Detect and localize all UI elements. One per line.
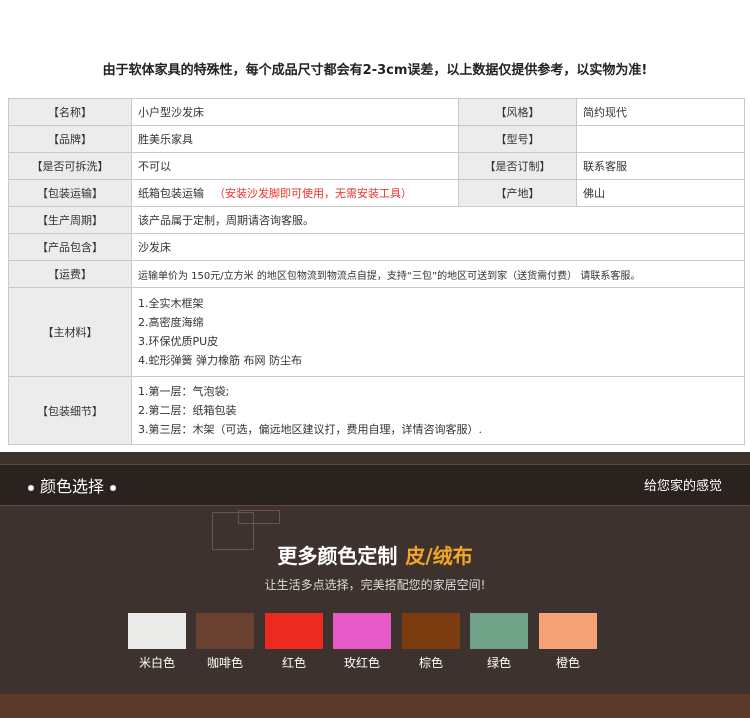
section-title-text: 颜色选择 [40, 477, 105, 496]
swatch-item[interactable]: 咖啡色 [196, 613, 254, 671]
headline: 更多颜色定制 皮/绒布 [0, 540, 750, 569]
swatch-label: 米白色 [138, 656, 175, 670]
table-row: 【主材料】 1.全实木框架 2.高密度海绵 3.环保优质PU皮 4.蛇形弹簧 弹… [8, 287, 745, 377]
spec-key: 【品牌】 [8, 125, 132, 153]
list-item: 1.全实木框架 [138, 297, 204, 310]
spec-value: 小户型沙发床 [131, 98, 459, 126]
table-row: 【包装运输】 纸箱包装运输 （安装沙发脚即可使用，无需安装工具） 【产地】 佛山 [8, 179, 745, 207]
swatch-item[interactable]: 玫红色 [333, 613, 391, 671]
color-swatch[interactable] [470, 613, 528, 649]
swatch-label: 咖啡色 [206, 656, 243, 670]
spec-key: 【产地】 [458, 179, 577, 207]
color-swatch[interactable] [333, 613, 391, 649]
bullet-icon [110, 484, 117, 491]
table-row: 【包装细节】 1.第一层：气泡袋; 2.第二层：纸箱包装 3.第三层：木架（可选… [8, 376, 745, 445]
headline-text: 更多颜色定制 [277, 544, 398, 568]
spec-value: 该产品属于定制，周期请咨询客服。 [131, 206, 745, 234]
swatch-item[interactable]: 绿色 [470, 613, 528, 671]
pack-details-list: 1.第一层：气泡袋; 2.第二层：纸箱包装 3.第三层：木架（可选，偏远地区建议… [131, 376, 745, 445]
list-item: 1.第一层：气泡袋; [138, 385, 230, 398]
spec-key: 【是否订制】 [458, 152, 577, 180]
section-tagline: 给您家的感觉 [643, 479, 722, 494]
materials-list: 1.全实木框架 2.高密度海绵 3.环保优质PU皮 4.蛇形弹簧 弹力橡筋 布网… [131, 287, 745, 377]
spec-value [576, 125, 745, 153]
spec-key: 【主材料】 [8, 287, 132, 377]
spec-value: 胜美乐家具 [131, 125, 459, 153]
spec-value: 纸箱包装运输 （安装沙发脚即可使用，无需安装工具） [131, 179, 459, 207]
spec-value: 不可以 [131, 152, 459, 180]
swatch-label: 棕色 [418, 656, 443, 670]
swatch-item[interactable]: 红色 [265, 613, 323, 671]
table-row: 【产品包含】 沙发床 [8, 233, 745, 261]
spec-value: 沙发床 [131, 233, 745, 261]
decorative-bottom-bar [0, 694, 750, 718]
list-item: 2.第二层：纸箱包装 [138, 404, 237, 417]
color-swatch[interactable] [402, 613, 460, 649]
list-item: 3.第三层：木架（可选，偏远地区建议打，费用自理，详情咨询客服）. [138, 423, 482, 436]
spec-key: 【型号】 [458, 125, 577, 153]
swatch-item[interactable]: 棕色 [402, 613, 460, 671]
spec-key: 【是否可拆洗】 [8, 152, 132, 180]
list-item: 3.环保优质PU皮 [138, 335, 219, 348]
packaging-note: （安装沙发脚即可使用，无需安装工具） [214, 187, 412, 200]
spec-key: 【运费】 [8, 260, 132, 288]
spec-value: 简约现代 [576, 98, 745, 126]
decorative-frame [238, 510, 280, 524]
table-row: 【运费】 运输单价为 150元/立方米 的地区包物流到物流点自提，支持“三包”的… [8, 260, 745, 288]
list-item: 4.蛇形弹簧 弹力橡筋 布网 防尘布 [138, 354, 302, 367]
size-notice: 由于软体家具的特殊性，每个成品尺寸都会有2-3cm误差，以上数据仅提供参考，以实… [102, 63, 648, 78]
table-row: 【生产周期】 该产品属于定制，周期请咨询客服。 [8, 206, 745, 234]
spec-value: 联系客服 [576, 152, 745, 180]
spec-key: 【包装运输】 [8, 179, 132, 207]
table-row: 【是否可拆洗】 不可以 【是否订制】 联系客服 [8, 152, 745, 180]
spec-value: 佛山 [576, 179, 745, 207]
table-row: 【名称】 小户型沙发床 【风格】 简约现代 [8, 98, 745, 126]
spec-key: 【名称】 [8, 98, 132, 126]
headline-highlight: 皮/绒布 [405, 544, 473, 568]
table-row: 【品牌】 胜美乐家具 【型号】 [8, 125, 745, 153]
spec-value: 运输单价为 150元/立方米 的地区包物流到物流点自提，支持“三包”的地区可送到… [131, 260, 745, 288]
spec-key: 【风格】 [458, 98, 577, 126]
swatch-item[interactable]: 橙色 [539, 613, 597, 671]
color-swatch[interactable] [196, 613, 254, 649]
swatch-label: 绿色 [486, 656, 511, 670]
color-swatch[interactable] [265, 613, 323, 649]
spec-key: 【产品包含】 [8, 233, 132, 261]
swatch-label: 橙色 [555, 656, 580, 670]
swatch-label: 玫红色 [343, 656, 380, 670]
list-item: 2.高密度海绵 [138, 316, 204, 329]
color-selection-section: 颜色选择 给您家的感觉 更多颜色定制 皮/绒布 让生活多点选择，完美搭配您的家居空… [0, 452, 750, 718]
swatch-item[interactable]: 米白色 [128, 613, 186, 671]
spec-key: 【生产周期】 [8, 206, 132, 234]
packaging-value: 纸箱包装运输 [138, 187, 204, 200]
spec-key: 【包装细节】 [8, 376, 132, 445]
color-swatch[interactable] [128, 613, 186, 649]
color-swatch[interactable] [539, 613, 597, 649]
spec-table: 【名称】 小户型沙发床 【风格】 简约现代 【品牌】 胜美乐家具 【型号】 【是… [8, 98, 745, 445]
section-title: 颜色选择 [22, 473, 122, 497]
subheadline: 让生活多点选择，完美搭配您的家居空间! [264, 578, 486, 592]
section-header-bar: 颜色选择 给您家的感觉 [0, 464, 750, 506]
swatch-label: 红色 [281, 656, 306, 670]
bullet-icon [28, 484, 34, 491]
